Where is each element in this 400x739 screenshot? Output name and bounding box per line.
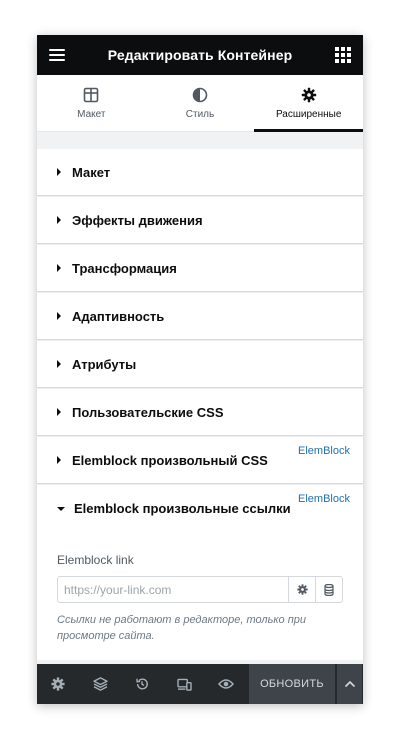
eye-icon [218, 679, 234, 689]
panel-title: Редактировать Контейнер [107, 47, 293, 63]
elemblock-badge: ElemBlock [298, 445, 350, 457]
contrast-icon [192, 87, 208, 102]
section-responsive[interactable]: Адаптивность [37, 293, 363, 340]
section-transform[interactable]: Трансформация [37, 245, 363, 292]
section-title: Атрибуты [72, 356, 137, 372]
update-button[interactable]: ОБНОВИТЬ [249, 664, 335, 704]
section-list: Макет Эффекты движения Трансформация Ада… [37, 149, 363, 660]
caret-right-icon [57, 312, 61, 320]
navigator-button[interactable] [79, 664, 121, 704]
link-options-button[interactable] [288, 577, 315, 602]
caret-right-icon [57, 264, 61, 272]
elemblock-badge: ElemBlock [298, 493, 350, 505]
link-url-input[interactable] [58, 577, 288, 602]
section-title: Elemblock произвольный CSS [72, 452, 268, 468]
section-title: Пользовательские CSS [72, 404, 224, 420]
gear-icon [296, 584, 308, 595]
section-title: Трансформация [72, 260, 177, 276]
section-title: Макет [72, 164, 111, 180]
preview-button[interactable] [205, 664, 247, 704]
settings-button[interactable] [37, 664, 79, 704]
section-elemblock-css[interactable]: Elemblock произвольный CSS ElemBlock [37, 437, 363, 484]
caret-right-icon [57, 360, 61, 368]
tab-label: Макет [77, 108, 106, 120]
tab-style[interactable]: Стиль [146, 75, 255, 131]
caret-right-icon [57, 168, 61, 176]
field-hint: Ссылки не работают в редакторе, только п… [57, 614, 307, 642]
dynamic-tags-button[interactable] [315, 577, 342, 602]
caret-right-icon [57, 456, 61, 464]
tab-label: Расширенные [275, 108, 342, 120]
history-button[interactable] [121, 664, 163, 704]
tab-advanced[interactable]: Расширенные [254, 75, 363, 132]
panel-tabs: Макет Стиль Расширенные [37, 75, 363, 132]
section-title: Адаптивность [72, 308, 165, 324]
hamburger-icon[interactable] [37, 35, 77, 75]
section-motion-effects[interactable]: Эффекты движения [37, 197, 363, 244]
panel-footer: ОБНОВИТЬ [37, 664, 363, 704]
url-control [57, 576, 343, 603]
update-options-button[interactable] [336, 664, 362, 704]
grid-icon[interactable] [323, 35, 363, 75]
section-layout[interactable]: Макет [37, 149, 363, 196]
layers-icon [92, 677, 108, 691]
chevron-up-icon [344, 680, 355, 688]
section-custom-css[interactable]: Пользовательские CSS [37, 389, 363, 436]
responsive-icon [176, 678, 192, 691]
gear-icon [51, 677, 65, 691]
section-attributes[interactable]: Атрибуты [37, 341, 363, 388]
database-icon [324, 583, 334, 596]
tab-label: Стиль [185, 108, 215, 120]
section-title: Elemblock произвольные ссылки [74, 501, 291, 516]
gear-icon [301, 87, 316, 102]
caret-right-icon [57, 216, 61, 224]
field-label: Elemblock link [57, 553, 134, 567]
section-elemblock-links-body: Elemblock link https://your-link.com Ссы… [37, 532, 363, 660]
tab-layout[interactable]: Макет [37, 75, 146, 131]
panel-header: Редактировать Контейнер [37, 35, 363, 75]
editor-panel: Редактировать Контейнер Макет Стиль Расш… [37, 35, 363, 704]
caret-down-icon [57, 506, 65, 511]
section-elemblock-links[interactable]: Elemblock произвольные ссылки ElemBlock [37, 485, 363, 532]
layout-icon [84, 87, 99, 102]
caret-right-icon [57, 408, 61, 416]
responsive-mode-button[interactable] [163, 664, 205, 704]
section-title: Эффекты движения [72, 212, 203, 228]
history-icon [136, 678, 148, 690]
